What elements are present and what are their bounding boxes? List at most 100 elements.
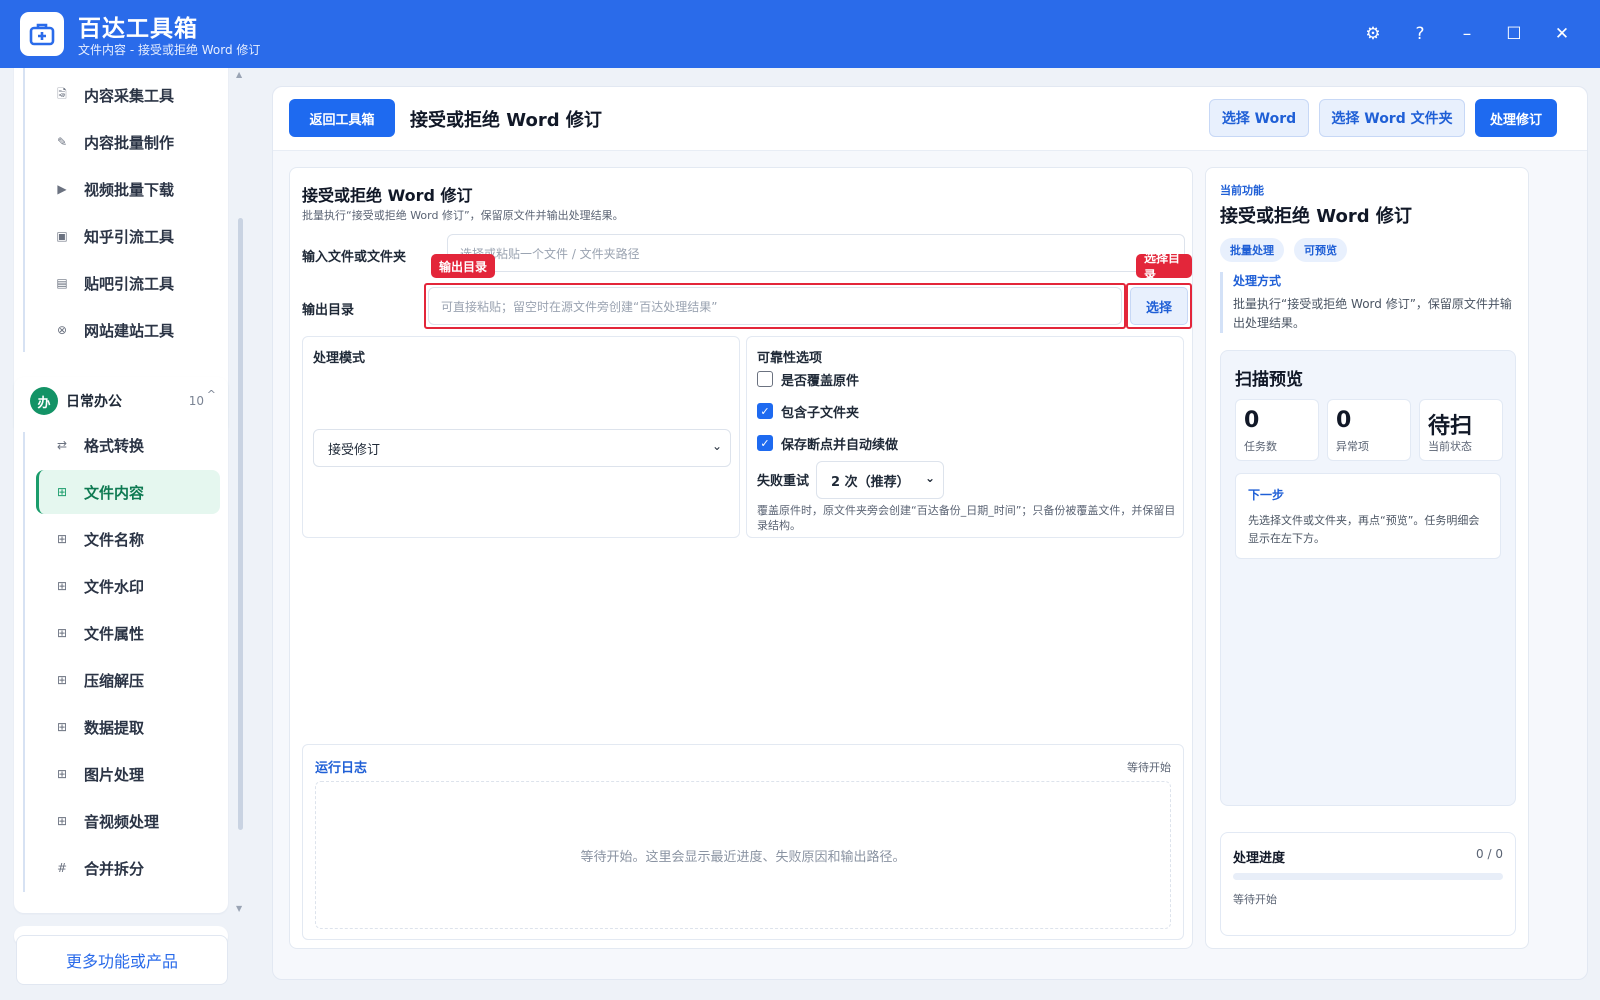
input-path-field[interactable]: 选择或粘贴一个文件 / 文件夹路径 (447, 234, 1185, 272)
help-icon[interactable]: ? (1406, 20, 1434, 48)
scroll-up-icon[interactable]: ▲ (236, 70, 242, 79)
settings-icon[interactable]: ⚙ (1359, 20, 1387, 48)
stat-task-count: 0 任务数 (1235, 399, 1319, 461)
grid-icon: ⊞ (56, 579, 68, 593)
sidebar-item-file-name[interactable]: ⊞ 文件名称 (36, 517, 220, 561)
close-icon[interactable]: ✕ (1548, 20, 1576, 48)
app-subtitle: 文件内容 - 接受或拒绝 Word 修订 (78, 43, 261, 57)
form-subtitle: 批量执行“接受或拒绝 Word 修订”，保留原文件并输出处理结果。 (302, 209, 624, 222)
group-count: 10 (188, 394, 204, 408)
sidebar-item-label: 内容批量制作 (84, 133, 175, 152)
stat-value: 0 (1336, 408, 1352, 433)
sidebar-item-label: 文件水印 (84, 577, 145, 596)
grid-icon: ⊞ (56, 485, 68, 499)
sidebar-group-office[interactable]: 办 日常办公 10 ^ (30, 386, 220, 416)
sidebar-item-label: 内容采集工具 (84, 86, 175, 105)
checkbox-label: 是否覆盖原件 (781, 373, 860, 389)
progress-bar (1233, 873, 1503, 880)
stat-current-status: 待扫 当前状态 (1419, 399, 1503, 461)
sidebar-item-format-convert[interactable]: ⇄ 格式转换 (36, 423, 220, 467)
next-step-box: 下一步 先选择文件或文件夹，再点“预览”。任务明细会显示在左下方。 (1235, 473, 1501, 559)
sidebar-item-zhihu[interactable]: ▣ 知乎引流工具 (36, 214, 220, 258)
progress-title: 处理进度 (1233, 851, 1286, 866)
sidebar: 🗟 内容采集工具 ✎ 内容批量制作 ▶ 视频批量下载 ▣ 知乎引流工具 ▤ 贴吧… (0, 68, 246, 1000)
stat-caption: 当前状态 (1428, 440, 1472, 453)
more-products-button[interactable]: 更多功能或产品 (16, 935, 228, 985)
checkbox-checked-icon[interactable]: ✓ (757, 435, 773, 451)
progress-box: 处理进度 0 / 0 等待开始 (1220, 832, 1516, 936)
title-bar: 百达工具箱 文件内容 - 接受或拒绝 Word 修订 ⚙ ? – ☐ ✕ (0, 0, 1600, 68)
mode-select[interactable]: 接受修订 ⌄ (313, 429, 731, 467)
retry-select-value: 2 次（推荐） (831, 474, 910, 490)
checkbox-label: 包含子文件夹 (781, 405, 860, 421)
include-subfolders-checkbox[interactable]: ✓ 包含子文件夹 (757, 401, 859, 421)
checkbox-label: 保存断点并自动续做 (781, 437, 899, 453)
page-title: 接受或拒绝 Word 修订 (410, 110, 602, 131)
sidebar-item-merge-split[interactable]: # 合并拆分 (36, 846, 220, 890)
process-revisions-button[interactable]: 处理修订 (1475, 99, 1557, 137)
sidebar-item-website[interactable]: ⊗ 网站建站工具 (36, 308, 220, 352)
checkbox-unchecked-icon[interactable] (757, 371, 773, 387)
main-panel: 返回工具箱 接受或拒绝 Word 修订 选择 Word 选择 Word 文件夹 … (272, 86, 1588, 980)
method-title: 处理方式 (1233, 274, 1282, 288)
sidebar-item-label: 文件属性 (84, 624, 145, 643)
sidebar-item-label: 贴吧引流工具 (84, 274, 175, 293)
next-step-title: 下一步 (1248, 488, 1285, 502)
reliability-panel: 可靠性选项 是否覆盖原件 ✓ 包含子文件夹 ✓ 保存断点并自动续做 失败重试 2… (746, 336, 1184, 538)
chevron-down-icon: ⌄ (711, 439, 722, 453)
sidebar-item-file-attributes[interactable]: ⊞ 文件属性 (36, 611, 220, 655)
stat-caption: 任务数 (1244, 440, 1277, 453)
chevron-up-icon[interactable]: ^ (207, 388, 216, 401)
scan-title: 扫描预览 (1235, 370, 1303, 390)
video-icon: ▶ (57, 182, 67, 196)
checkbox-checked-icon[interactable]: ✓ (757, 403, 773, 419)
sidebar-item-file-content[interactable]: ⊞ 文件内容 (36, 470, 220, 514)
select-word-folder-button[interactable]: 选择 Word 文件夹 (1319, 99, 1465, 137)
sidebar-item-compress[interactable]: ⊞ 压缩解压 (36, 658, 220, 702)
sidebar-item-label: 文件名称 (84, 530, 145, 549)
sidebar-item-video-download[interactable]: ▶ 视频批量下载 (36, 167, 220, 211)
retry-select[interactable]: 2 次（推荐） ⌄ (816, 461, 944, 499)
sidebar-item-content-batch[interactable]: ✎ 内容批量制作 (36, 120, 220, 164)
progress-count: 0 / 0 (1476, 847, 1503, 861)
sidebar-item-tieba[interactable]: ▤ 贴吧引流工具 (36, 261, 220, 305)
top-toolbar: 返回工具箱 接受或拒绝 Word 修订 选择 Word 选择 Word 文件夹 … (273, 87, 1587, 151)
grid-icon: ⊞ (56, 767, 68, 781)
sidebar-item-label: 文件内容 (84, 483, 145, 502)
resume-checkbox[interactable]: ✓ 保存断点并自动续做 (757, 433, 898, 453)
sidebar-item-data-extract[interactable]: ⊞ 数据提取 (36, 705, 220, 749)
sidebar-item-label: 网站建站工具 (84, 321, 175, 340)
chevron-down-icon: ⌄ (924, 471, 935, 485)
mode-title: 处理模式 (313, 351, 366, 366)
sidebar-item-label: 知乎引流工具 (84, 227, 175, 246)
select-word-button[interactable]: 选择 Word (1209, 99, 1309, 137)
scroll-down-icon[interactable]: ▼ (236, 904, 242, 913)
sidebar-item-image[interactable]: ⊞ 图片处理 (36, 752, 220, 796)
current-feature-label: 当前功能 (1220, 184, 1264, 197)
toolbox-logo-icon (20, 12, 64, 56)
chip-batch: 批量处理 (1220, 238, 1284, 262)
sidebar-item-label: 压缩解压 (84, 671, 145, 690)
sidebar-item-av[interactable]: ⊞ 音视频处理 (36, 799, 220, 843)
stat-error-count: 0 异常项 (1327, 399, 1411, 461)
tieba-icon: ▤ (56, 276, 68, 290)
sidebar-scrollbar[interactable] (238, 218, 243, 830)
select-output-dir-button[interactable]: 选择 (1130, 287, 1188, 325)
back-to-toolbox-button[interactable]: 返回工具箱 (289, 99, 395, 137)
maximize-icon[interactable]: ☐ (1500, 20, 1528, 48)
sidebar-item-content-collect[interactable]: 🗟 内容采集工具 (36, 73, 220, 117)
grid-icon: ⊞ (56, 673, 68, 687)
sidebar-item-label: 音视频处理 (84, 812, 160, 831)
next-step-text: 先选择文件或文件夹，再点“预览”。任务明细会显示在左下方。 (1248, 514, 1480, 545)
minimize-icon[interactable]: – (1453, 20, 1481, 48)
document-icon: 🗟 (57, 86, 67, 101)
info-panel: 当前功能 接受或拒绝 Word 修订 批量处理 可预览 处理方式 批量执行“接受… (1205, 167, 1529, 949)
pen-icon: ✎ (56, 135, 68, 149)
sidebar-item-watermark[interactable]: ⊞ 文件水印 (36, 564, 220, 608)
stat-value: 待扫 (1428, 414, 1473, 439)
output-dir-field[interactable]: 可直接粘贴；留空时在源文件旁创建“百达处理结果” (428, 287, 1122, 325)
input-label: 输入文件或文件夹 (302, 250, 407, 265)
log-title: 运行日志 (315, 761, 368, 776)
overwrite-checkbox[interactable]: 是否覆盖原件 (757, 369, 859, 389)
select-dir-tag: 选择目录 (1136, 251, 1192, 282)
